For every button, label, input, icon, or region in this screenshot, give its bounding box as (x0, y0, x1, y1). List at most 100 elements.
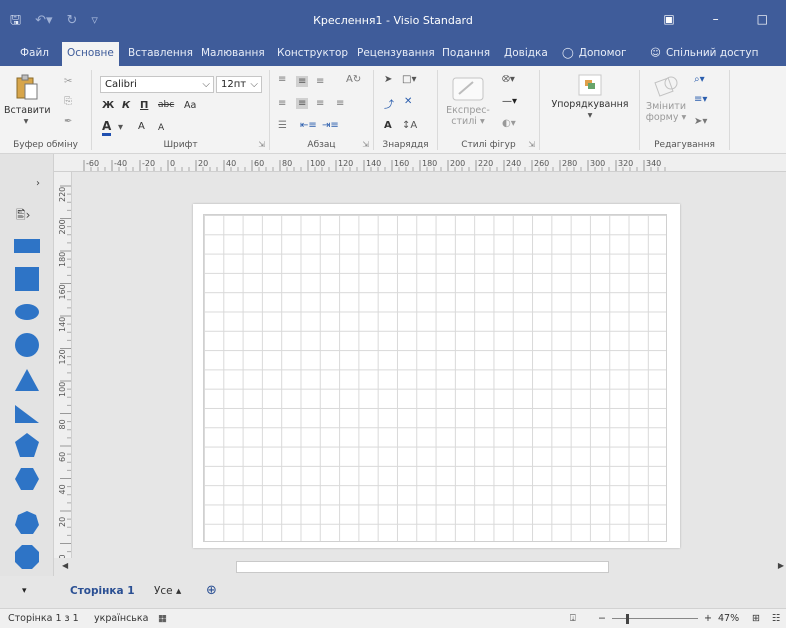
circle-shape-icon[interactable] (14, 332, 40, 358)
rotate-text-icon[interactable]: A↻ (346, 74, 361, 85)
scroll-thumb[interactable] (236, 561, 609, 573)
heptagon-shape-icon[interactable] (14, 510, 40, 536)
copy-icon[interactable]: ⎘ (64, 96, 72, 107)
align-top-icon[interactable]: ≡ (278, 74, 286, 85)
zoom-slider-thumb[interactable] (626, 614, 629, 624)
group-paragraph: ≡ ≡ ≡ A↻ ≡ ≡ ≡ ≡ ☰ ⇤≡ ⇥≡ Абзац ⇲ (270, 70, 374, 150)
find-icon[interactable]: ⌕▾ (694, 74, 705, 85)
strikethrough-button[interactable]: abc (158, 100, 174, 110)
ruler-tick-label: 40 (226, 159, 236, 168)
scroll-right-icon[interactable]: ▶ (778, 561, 784, 570)
dialog-launcher-icon[interactable]: ⇲ (362, 140, 369, 149)
delete-icon[interactable]: ✕ (404, 96, 412, 107)
chevron-right-icon[interactable]: › (36, 178, 40, 189)
tab-help[interactable]: Довідка (504, 42, 548, 66)
triangle-shape-icon[interactable] (14, 368, 40, 392)
ruler-tick-label: 160 (58, 284, 67, 299)
fill-icon[interactable]: ⭙▾ (502, 74, 515, 85)
text-tool-button[interactable]: A (384, 120, 392, 131)
tab-draw[interactable]: Малювання (201, 42, 265, 66)
text-block-icon[interactable]: ↕A (402, 120, 417, 131)
zoom-out-button[interactable]: − (598, 613, 606, 624)
scroll-left-icon[interactable]: ◀ (62, 561, 68, 570)
increase-indent-icon[interactable]: ⇥≡ (322, 120, 339, 131)
quick-styles-button[interactable]: Експрес- стилі ▾ (444, 76, 492, 127)
effects-icon[interactable]: ◐▾ (502, 118, 516, 129)
maximize-icon[interactable]: □ (757, 12, 768, 26)
macro-record-icon[interactable]: ▦ (158, 613, 167, 624)
select-icon[interactable]: ➤▾ (694, 116, 707, 127)
share-button[interactable]: ☺ Спільний доступ (650, 42, 758, 66)
decrease-indent-icon[interactable]: ⇤≡ (300, 120, 317, 131)
ruler-tick-label: 120 (58, 349, 67, 364)
layers-icon[interactable]: ≡▾ (694, 94, 707, 105)
bold-button[interactable]: Ж (102, 100, 114, 111)
ruler-tick-label: -60 (86, 159, 99, 168)
italic-button[interactable]: К (122, 100, 130, 111)
drawing-page[interactable] (193, 204, 680, 548)
page-tab-1[interactable]: Сторінка 1 (70, 585, 135, 597)
paste-button[interactable]: Вставити ▾ (4, 74, 51, 127)
arrange-icon (578, 74, 602, 96)
switch-windows-icon[interactable]: ☷ (772, 613, 781, 624)
change-shape-button[interactable]: Змінити форму ▾ (642, 74, 690, 123)
tell-me-search[interactable]: ◯ Допомог (562, 42, 627, 66)
horizontal-scrollbar[interactable]: ◀ ▶ (54, 558, 786, 576)
chevron-down-icon[interactable]: ▾ (22, 586, 27, 596)
ribbon: Вставити ▾ ✂ ⎘ ✒ Буфер обміну Calibri ⌵ 1… (0, 66, 786, 154)
shapes-stencil-icon[interactable]: 🖺› (16, 206, 30, 227)
page-number-status[interactable]: Сторінка 1 з 1 (8, 613, 79, 624)
shrink-font-button[interactable]: A (158, 123, 164, 133)
bullets-icon[interactable]: ☰ (278, 120, 287, 131)
language-status[interactable]: українська (94, 613, 148, 624)
font-name-combo[interactable]: Calibri ⌵ (100, 76, 214, 93)
right-triangle-shape-icon[interactable] (14, 402, 40, 424)
justify-icon[interactable]: ≡ (336, 98, 344, 109)
align-middle-icon[interactable]: ≡ (296, 76, 309, 87)
dialog-launcher-icon[interactable]: ⇲ (528, 140, 535, 149)
ribbon-display-options-icon[interactable]: ▣ (663, 12, 674, 26)
zoom-level[interactable]: 47% (718, 613, 739, 624)
chevron-down-icon[interactable]: ▾ (118, 122, 123, 133)
tab-insert[interactable]: Вставлення (128, 42, 193, 66)
square-shape-icon[interactable] (14, 266, 40, 292)
underline-button[interactable]: П (140, 100, 148, 111)
line-icon[interactable]: —▾ (502, 96, 517, 107)
fit-to-window-icon[interactable]: ⍗ (570, 613, 576, 624)
dialog-launcher-icon[interactable]: ⇲ (258, 140, 265, 149)
font-size-combo[interactable]: 12пт ⌵ (216, 76, 262, 93)
rectangle-tool-icon[interactable]: □▾ (402, 74, 416, 85)
align-left-icon[interactable]: ≡ (278, 98, 286, 109)
minimize-icon[interactable]: – (713, 12, 719, 26)
tab-design[interactable]: Конструктор (277, 42, 348, 66)
change-case-button[interactable]: Aa (184, 100, 196, 111)
share-label: Спільний доступ (665, 47, 759, 59)
pentagon-shape-icon[interactable] (14, 432, 40, 458)
add-page-icon[interactable]: ⊕ (206, 583, 217, 598)
zoom-slider[interactable] (612, 618, 698, 619)
fit-page-icon[interactable]: ⊞ (752, 613, 760, 624)
zoom-in-button[interactable]: + (704, 613, 712, 624)
octagon-shape-icon[interactable] (14, 544, 40, 570)
hexagon-shape-icon[interactable] (14, 466, 40, 492)
all-pages-button[interactable]: Усе ▴ (154, 585, 181, 597)
align-bottom-icon[interactable]: ≡ (316, 76, 324, 87)
ellipse-shape-icon[interactable] (14, 302, 40, 322)
grow-font-button[interactable]: A (138, 121, 145, 132)
ruler-tick-label: 340 (646, 159, 661, 168)
rectangle-shape-icon[interactable] (14, 236, 40, 256)
align-right-icon[interactable]: ≡ (316, 98, 324, 109)
font-color-button[interactable]: A (102, 120, 112, 136)
cut-icon[interactable]: ✂ (64, 76, 72, 87)
align-center-icon[interactable]: ≡ (296, 98, 309, 109)
tab-review[interactable]: Рецензування (357, 42, 435, 66)
pointer-tool-icon[interactable]: ➤ (384, 74, 392, 85)
tab-view[interactable]: Подання (442, 42, 490, 66)
connector-tool-icon[interactable]: ⤴ (384, 96, 394, 111)
arrange-label: Упорядкування (551, 99, 629, 110)
arrange-button[interactable]: Упорядкування ▾ (544, 74, 636, 121)
tab-file[interactable]: Файл (20, 42, 49, 66)
ruler-tick-label: 220 (478, 159, 493, 168)
tab-home[interactable]: Основне (62, 42, 119, 66)
format-painter-icon[interactable]: ✒ (64, 116, 72, 127)
